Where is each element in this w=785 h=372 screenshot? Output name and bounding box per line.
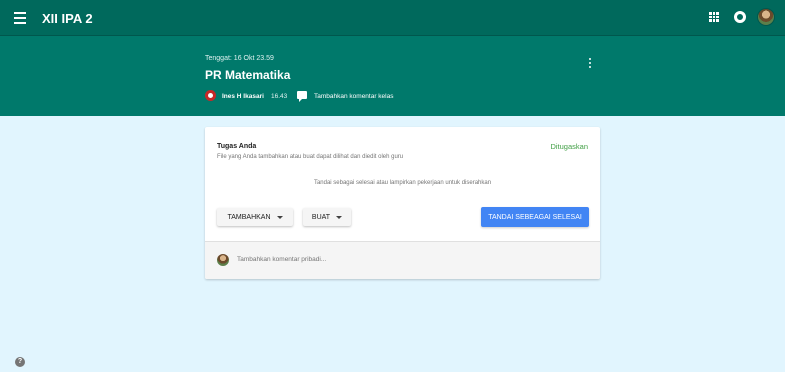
author-name: Ines H Ikasari [222, 93, 264, 100]
help-icon[interactable]: ? [15, 357, 25, 367]
top-app-bar: XII IPA 2 [0, 0, 785, 36]
apps-grid-icon[interactable] [709, 12, 719, 22]
add-button-label: TAMBAHKAN [227, 213, 271, 221]
assignment-status: Ditugaskan [550, 142, 588, 151]
your-work-description: File yang Anda tambahkan atau buat dapat… [217, 154, 404, 160]
chevron-down-icon [276, 215, 283, 219]
account-avatar[interactable] [757, 8, 775, 26]
hamburger-menu-icon[interactable] [14, 12, 26, 24]
class-comment-icon[interactable] [297, 91, 307, 102]
chevron-down-icon [336, 215, 343, 219]
private-comment-row: Tambahkan komentar pribadi... [205, 241, 600, 279]
create-button-label: BUAT [311, 213, 331, 221]
notification-icon[interactable] [734, 11, 746, 23]
post-time: 16.43 [271, 93, 288, 100]
assignment-title: PR Matematika [205, 68, 291, 82]
add-class-comment-link[interactable]: Tambahkan komentar kelas [314, 93, 394, 100]
your-work-card: Tugas Anda Ditugaskan File yang Anda tam… [205, 127, 600, 279]
create-button[interactable]: BUAT [303, 208, 351, 226]
your-work-title: Tugas Anda [217, 143, 257, 150]
submit-hint: Tandai sebagai selesai atau lampirkan pe… [313, 180, 492, 186]
more-options-icon[interactable] [588, 58, 592, 70]
add-attachment-button[interactable]: TAMBAHKAN [217, 208, 293, 226]
class-title[interactable]: XII IPA 2 [42, 11, 93, 26]
due-date: Tenggat: 16 Okt 23.59 [205, 55, 274, 62]
assignment-header [0, 36, 785, 116]
author-avatar [205, 90, 216, 101]
private-comment-input[interactable]: Tambahkan komentar pribadi... [237, 256, 326, 263]
user-avatar [217, 254, 229, 266]
mark-as-done-button[interactable]: TANDAI SEBEAGAI SELESAI [481, 207, 589, 227]
